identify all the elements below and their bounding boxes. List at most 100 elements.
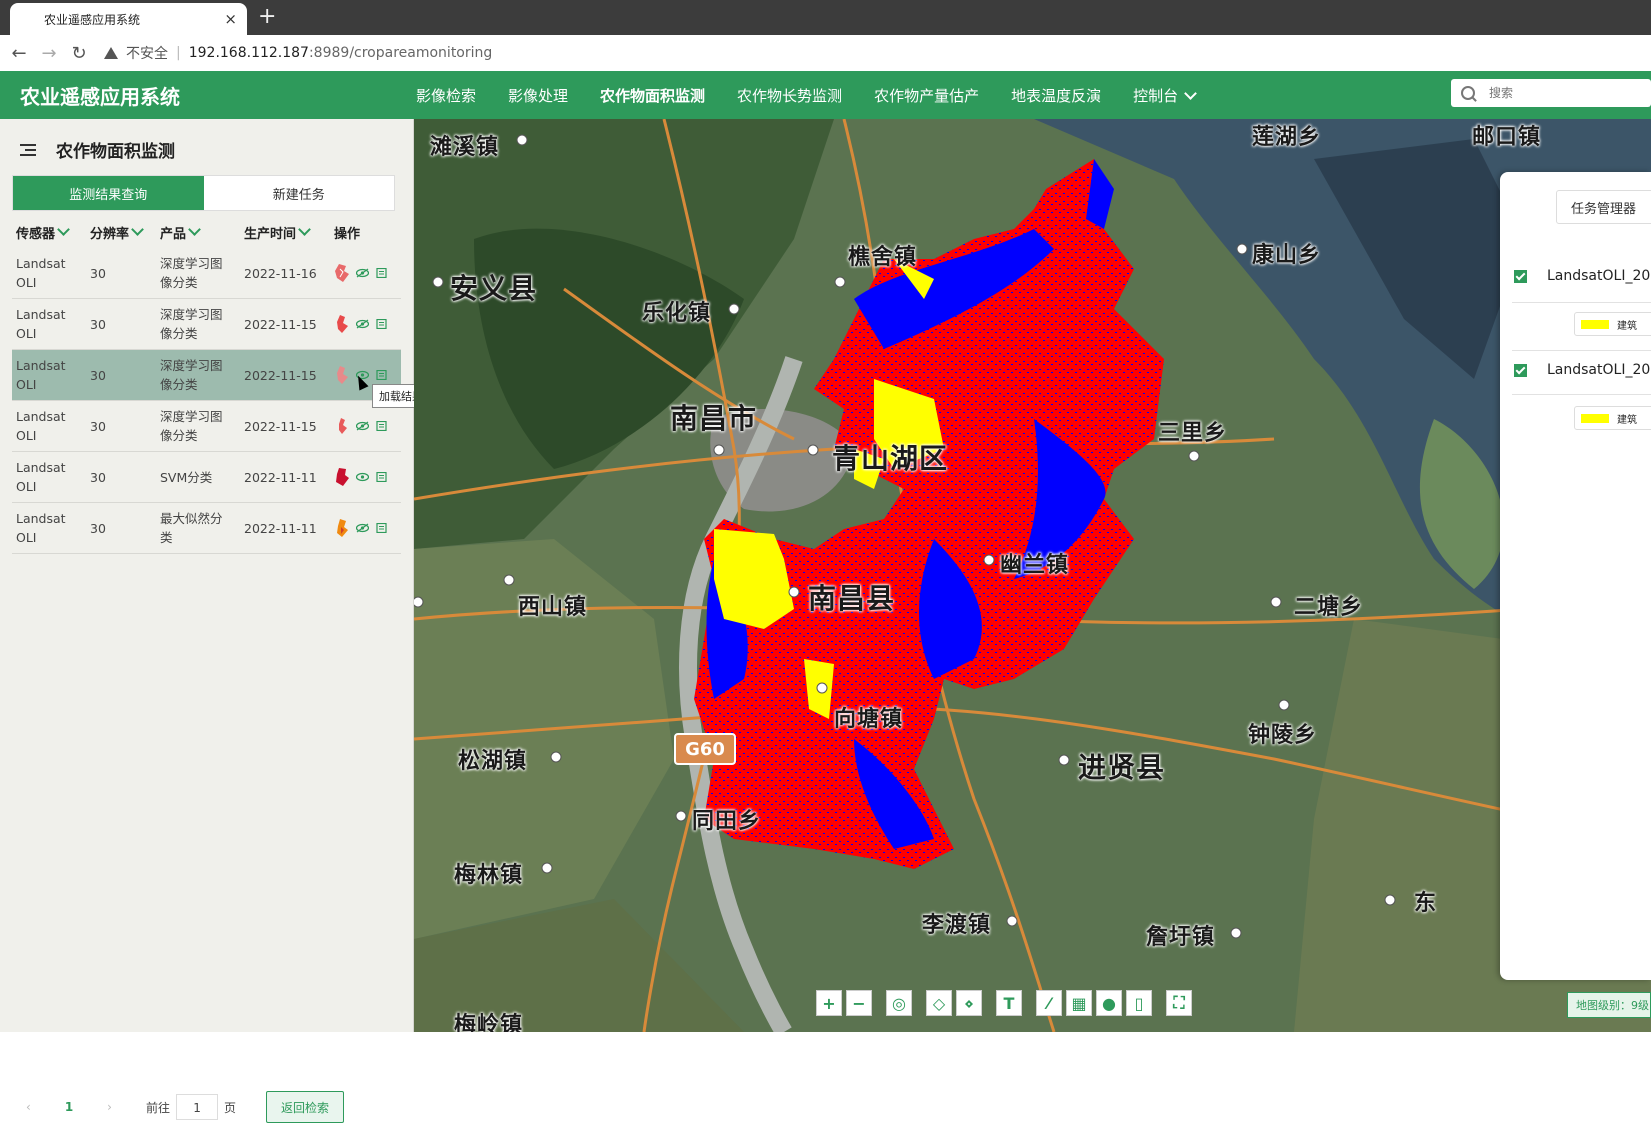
- cell-actions: [330, 502, 401, 554]
- fullscreen-icon[interactable]: ⛶: [1166, 990, 1192, 1016]
- tab-result-query[interactable]: 监测结果查询: [13, 176, 204, 210]
- back-icon[interactable]: ←: [8, 42, 30, 64]
- text-icon[interactable]: T: [996, 990, 1022, 1016]
- column-product[interactable]: 产品: [156, 216, 240, 248]
- thumbnail-icon[interactable]: [334, 263, 350, 283]
- table-row[interactable]: Landsat OLI 30 最大似然分类 2022-11-11: [12, 502, 401, 554]
- legend-label: 建筑: [1617, 414, 1637, 426]
- tab-new-task[interactable]: 新建任务: [204, 176, 395, 210]
- search-input[interactable]: [1487, 85, 1641, 101]
- checkbox-checked-icon[interactable]: [1514, 363, 1527, 377]
- menu-item-image-search[interactable]: 影像检索: [416, 85, 476, 106]
- cell-date: 2022-11-15: [240, 400, 330, 452]
- document-icon[interactable]: [375, 319, 388, 330]
- eye-hidden-icon[interactable]: [356, 268, 369, 278]
- browser-tabbar: 农业遥感应用系统 × +: [0, 0, 1651, 35]
- sort-down-icon: [188, 222, 201, 236]
- menu-item-console[interactable]: 控制台: [1133, 85, 1197, 106]
- sort-down-icon: [298, 222, 311, 236]
- document-icon[interactable]: [375, 268, 388, 279]
- globe-icon[interactable]: ◎: [886, 990, 912, 1016]
- panel-header: 农作物面积监测: [20, 137, 175, 162]
- eraser-icon[interactable]: ◇: [926, 990, 952, 1016]
- reload-icon[interactable]: ↻: [68, 42, 90, 64]
- close-icon[interactable]: ×: [224, 10, 237, 28]
- thumbnail-icon[interactable]: [334, 467, 350, 487]
- eye-hidden-icon[interactable]: [356, 523, 369, 533]
- page-selector: ‹ 1 ›: [16, 1093, 122, 1121]
- product-line2: 像分类: [160, 428, 198, 443]
- measure-area-icon[interactable]: ▦: [1066, 990, 1092, 1016]
- thumbnail-icon[interactable]: [334, 518, 350, 538]
- zoom-in-icon[interactable]: +: [816, 990, 842, 1016]
- highway-shield: G60: [674, 733, 736, 765]
- eye-icon[interactable]: [356, 472, 369, 482]
- cell-sensor: Landsat OLI: [12, 298, 86, 350]
- menu-item-image-processing[interactable]: 影像处理: [508, 85, 568, 106]
- map-label: 南昌县: [808, 582, 896, 615]
- legend-label: 建筑: [1617, 320, 1637, 332]
- thumbnail-icon[interactable]: [334, 314, 350, 334]
- table-row[interactable]: Landsat OLI 30 SVM分类 2022-11-11: [12, 451, 401, 503]
- column-sensor-label: 传感器: [16, 226, 56, 242]
- browser-tab[interactable]: 农业遥感应用系统 ×: [10, 3, 247, 35]
- map-view[interactable]: 滩溪镇 莲湖乡 安义县 樵舍镇 康山乡 乐化镇 南昌市 青山湖区 三里乡 西山镇…: [414, 119, 1651, 1032]
- menu-item-crop-growth[interactable]: 农作物长势监测: [737, 85, 842, 106]
- menu-item-land-temperature[interactable]: 地表温度反演: [1011, 85, 1101, 106]
- checkbox-checked-icon[interactable]: [1514, 269, 1527, 283]
- task-manager-button[interactable]: 任务管理器: [1556, 190, 1651, 224]
- layer-item[interactable]: LandsatOLI_20: [1514, 268, 1650, 284]
- delete-icon[interactable]: ▯: [1126, 990, 1152, 1016]
- menu-item-console-label: 控制台: [1133, 86, 1179, 105]
- product-line1: 深度学习图: [160, 409, 223, 424]
- cell-product: 深度学习图 像分类: [156, 248, 240, 299]
- new-tab-button[interactable]: +: [258, 4, 276, 30]
- map-label: 钟陵乡: [1248, 723, 1318, 748]
- marker-icon[interactable]: ●: [1096, 990, 1122, 1016]
- next-page-icon[interactable]: ›: [107, 1100, 112, 1114]
- divider: [1512, 302, 1651, 303]
- menu-item-crop-area[interactable]: 农作物面积监测: [600, 85, 705, 106]
- cell-resolution: 30: [86, 298, 156, 350]
- document-icon[interactable]: [375, 370, 388, 381]
- column-date[interactable]: 生产时间: [240, 216, 330, 248]
- product-line1: SVM分类: [160, 469, 213, 485]
- table-row[interactable]: Landsat OLI 30 深度学习图 像分类 2022-11-15: [12, 400, 401, 452]
- divider: [1512, 350, 1651, 351]
- measure-line-icon[interactable]: ⁄: [1036, 990, 1062, 1016]
- search-box[interactable]: [1451, 79, 1651, 107]
- table-row-selected[interactable]: Landsat OLI 30 深度学习图 像分类 2022-11-15: [12, 349, 401, 401]
- eye-hidden-icon[interactable]: [356, 319, 369, 329]
- map-label: 乐化镇: [642, 301, 712, 326]
- cell-date: 2022-11-15: [240, 349, 330, 401]
- layer-item[interactable]: LandsatOLI_20: [1514, 362, 1650, 378]
- document-icon[interactable]: [375, 421, 388, 432]
- document-icon[interactable]: [375, 523, 388, 534]
- document-icon[interactable]: [375, 472, 388, 483]
- menu-toggle-icon[interactable]: [20, 143, 36, 156]
- current-page[interactable]: 1: [65, 1100, 73, 1114]
- table-row[interactable]: Landsat OLI 30 深度学习图 像分类 2022-11-16: [12, 248, 401, 299]
- back-to-search-button[interactable]: 返回检索: [266, 1091, 345, 1123]
- forward-icon[interactable]: →: [38, 42, 60, 64]
- zoom-out-icon[interactable]: −: [846, 990, 872, 1016]
- url-field[interactable]: 不安全 | 192.168.112.187 :8989/cropareamoni…: [104, 43, 492, 63]
- prev-page-icon[interactable]: ‹: [26, 1100, 31, 1114]
- panel-tabs: 监测结果查询 新建任务: [12, 175, 395, 211]
- thumbnail-icon[interactable]: [334, 365, 350, 385]
- app-header: 农业遥感应用系统 影像检索 影像处理 农作物面积监测 农作物长势监测 农作物产量…: [0, 71, 1651, 119]
- thumbnail-icon[interactable]: [334, 416, 350, 436]
- menu-item-crop-yield[interactable]: 农作物产量估产: [874, 85, 979, 106]
- cell-sensor: Landsat OLI: [12, 248, 86, 299]
- eye-hidden-icon[interactable]: [356, 421, 369, 431]
- chevron-down-icon: [1184, 86, 1197, 100]
- map-label: 詹圩镇: [1146, 925, 1216, 950]
- column-resolution[interactable]: 分辨率: [86, 216, 156, 248]
- table-header-row: 传感器 分辨率 产品 生产时间 操作: [12, 216, 401, 248]
- sensor-model: OLI: [16, 326, 37, 341]
- product-line2: 像分类: [160, 326, 198, 341]
- brush-icon[interactable]: ⋄: [956, 990, 982, 1016]
- table-row[interactable]: Landsat OLI 30 深度学习图 像分类 2022-11-15: [12, 298, 401, 350]
- goto-page-input[interactable]: 1: [176, 1094, 219, 1120]
- column-sensor[interactable]: 传感器: [12, 216, 86, 248]
